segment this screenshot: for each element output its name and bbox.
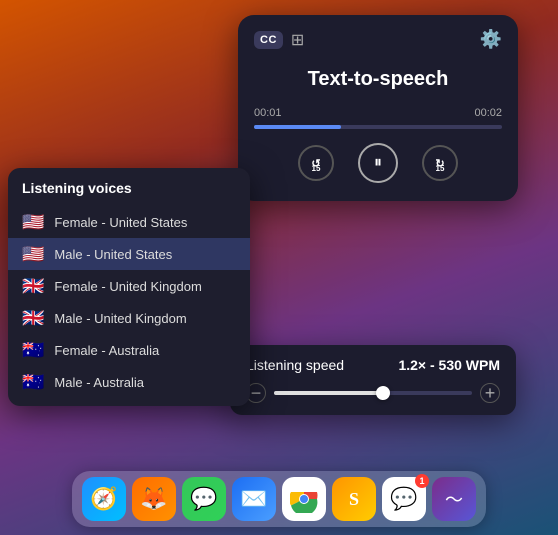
voice-label-male-au: Male - Australia xyxy=(54,375,144,390)
forward-label: 15 xyxy=(436,164,445,173)
dock-item-waves[interactable]: 〜 xyxy=(432,477,476,521)
flag-uk-2: 🇬🇧 xyxy=(22,309,44,327)
rewind-button[interactable]: ↺ 15 xyxy=(298,145,334,181)
tts-progress-fill xyxy=(254,125,341,129)
dock-item-chrome[interactable] xyxy=(282,477,326,521)
dock-item-safari[interactable]: 🧭 xyxy=(82,477,126,521)
gear-icon[interactable]: ⚙️ xyxy=(480,29,502,50)
voice-item-male-au[interactable]: 🇦🇺 Male - Australia xyxy=(8,366,250,398)
tts-panel: CC ⊞ ⚙️ Text-to-speech 00:01 00:02 ↺ 15 … xyxy=(238,15,518,201)
voice-item-female-uk[interactable]: 🇬🇧 Female - United Kingdom xyxy=(8,270,250,302)
dock-item-sublime[interactable]: S xyxy=(332,477,376,521)
screenshot-icon[interactable]: ⊞ xyxy=(291,30,304,50)
speed-panel: Listening speed 1.2× - 530 WPM − + xyxy=(230,345,516,415)
tts-panel-header: CC ⊞ ⚙️ xyxy=(254,29,502,50)
speed-header: Listening speed 1.2× - 530 WPM xyxy=(246,357,500,373)
voice-item-female-us[interactable]: 🇺🇸 Female - United States xyxy=(8,206,250,238)
forward-button[interactable]: ↻ 15 xyxy=(422,145,458,181)
voice-item-male-us[interactable]: 🇺🇸 Male - United States xyxy=(8,238,250,270)
flag-au-2: 🇦🇺 xyxy=(22,373,44,391)
speed-increase-button[interactable]: + xyxy=(480,383,500,403)
voice-label-female-us: Female - United States xyxy=(54,215,187,230)
flag-us-2: 🇺🇸 xyxy=(22,245,44,263)
voice-item-male-uk[interactable]: 🇬🇧 Male - United Kingdom xyxy=(8,302,250,334)
tts-progress-bar[interactable] xyxy=(254,125,502,129)
slack-icon: 💬 xyxy=(390,486,417,512)
waves-icon: 〜 xyxy=(445,486,463,512)
speed-slider-fill xyxy=(274,391,383,395)
tts-time-total: 00:02 xyxy=(474,107,502,119)
messages-icon: 💬 xyxy=(190,486,217,512)
speed-value: 1.2× - 530 WPM xyxy=(398,357,500,373)
voice-label-male-uk: Male - United Kingdom xyxy=(54,311,186,326)
speed-control: − + xyxy=(246,383,500,403)
speed-label: Listening speed xyxy=(246,357,344,373)
chrome-icon xyxy=(290,485,318,513)
tts-time-current: 00:01 xyxy=(254,107,282,119)
voice-label-female-uk: Female - United Kingdom xyxy=(54,279,201,294)
flag-us-1: 🇺🇸 xyxy=(22,213,44,231)
cc-icon[interactable]: CC xyxy=(254,31,283,49)
voices-title: Listening voices xyxy=(8,180,250,206)
voice-label-male-us: Male - United States xyxy=(54,247,172,262)
rewind-label: 15 xyxy=(312,164,321,173)
voices-panel: Listening voices 🇺🇸 Female - United Stat… xyxy=(8,168,250,406)
pause-button[interactable]: ⏸ xyxy=(358,143,398,183)
tts-progress-row: 00:01 00:02 xyxy=(254,107,502,119)
dock-item-firefox[interactable]: 🦊 xyxy=(132,477,176,521)
speed-slider-thumb[interactable] xyxy=(376,386,390,400)
dock-item-messages[interactable]: 💬 xyxy=(182,477,226,521)
dock-item-mail[interactable]: ✉️ xyxy=(232,477,276,521)
tts-title: Text-to-speech xyxy=(254,68,502,91)
flag-uk-1: 🇬🇧 xyxy=(22,277,44,295)
mail-icon: ✉️ xyxy=(240,486,267,512)
voice-label-female-au: Female - Australia xyxy=(54,343,159,358)
pause-icon: ⏸ xyxy=(374,154,382,172)
dock: 🧭 🦊 💬 ✉️ S 💬 1 〜 xyxy=(72,471,486,527)
dock-item-slack[interactable]: 💬 1 xyxy=(382,477,426,521)
voice-item-female-au[interactable]: 🇦🇺 Female - Australia xyxy=(8,334,250,366)
flag-au-1: 🇦🇺 xyxy=(22,341,44,359)
sublime-icon: S xyxy=(349,489,359,510)
speed-slider-track[interactable] xyxy=(274,391,472,395)
tts-header-icons: CC ⊞ xyxy=(254,30,304,50)
slack-badge: 1 xyxy=(415,474,429,488)
tts-controls: ↺ 15 ⏸ ↻ 15 xyxy=(254,143,502,183)
safari-icon: 🧭 xyxy=(90,486,117,512)
firefox-icon: 🦊 xyxy=(140,486,167,512)
